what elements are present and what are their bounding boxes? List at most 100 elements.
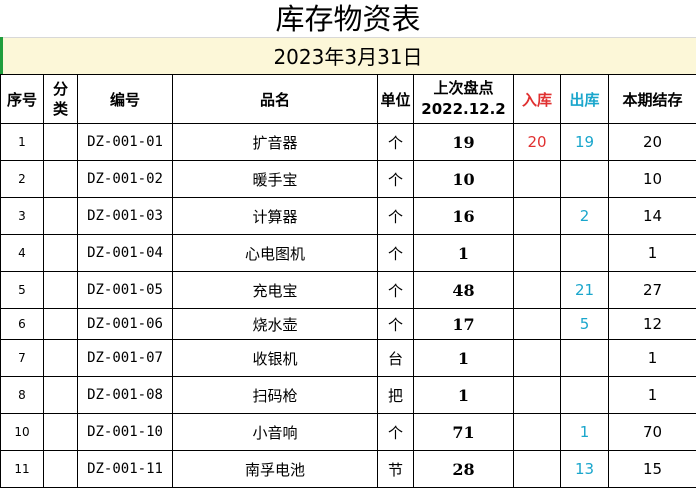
cell-code[interactable]: DZ-001-04 xyxy=(78,235,173,272)
cell-code[interactable]: DZ-001-03 xyxy=(78,198,173,235)
cell-seq[interactable]: 5 xyxy=(1,272,44,309)
cell-stock-in[interactable] xyxy=(514,235,561,272)
cell-seq[interactable]: 10 xyxy=(1,414,44,451)
cell-last-count[interactable]: 48 xyxy=(414,272,514,309)
cell-category[interactable] xyxy=(44,198,78,235)
cell-code[interactable]: DZ-001-10 xyxy=(78,414,173,451)
cell-balance[interactable]: 15 xyxy=(609,451,696,488)
cell-unit[interactable]: 台 xyxy=(378,340,414,377)
cell-balance[interactable]: 1 xyxy=(609,235,696,272)
cell-unit[interactable]: 个 xyxy=(378,161,414,198)
header-stock-out[interactable]: 出库 xyxy=(561,75,609,124)
cell-unit[interactable]: 个 xyxy=(378,309,414,340)
cell-stock-out[interactable] xyxy=(561,377,609,414)
cell-stock-in[interactable] xyxy=(514,377,561,414)
cell-category[interactable] xyxy=(44,340,78,377)
cell-last-count[interactable]: 1 xyxy=(414,377,514,414)
cell-category[interactable] xyxy=(44,451,78,488)
cell-code[interactable]: DZ-001-07 xyxy=(78,340,173,377)
cell-last-count[interactable]: 1 xyxy=(414,340,514,377)
cell-unit[interactable]: 个 xyxy=(378,235,414,272)
cell-stock-in[interactable] xyxy=(514,161,561,198)
cell-code[interactable]: DZ-001-02 xyxy=(78,161,173,198)
cell-stock-out[interactable]: 1 xyxy=(561,414,609,451)
cell-last-count[interactable]: 10 xyxy=(414,161,514,198)
cell-balance[interactable]: 27 xyxy=(609,272,696,309)
cell-unit[interactable]: 个 xyxy=(378,414,414,451)
cell-code[interactable]: DZ-001-05 xyxy=(78,272,173,309)
header-unit[interactable]: 单位 xyxy=(378,75,414,124)
cell-last-count[interactable]: 17 xyxy=(414,309,514,340)
cell-balance[interactable]: 1 xyxy=(609,377,696,414)
cell-stock-out[interactable]: 2 xyxy=(561,198,609,235)
cell-seq[interactable]: 1 xyxy=(1,124,44,161)
header-category[interactable]: 分类 xyxy=(44,75,78,124)
cell-balance[interactable]: 20 xyxy=(609,124,696,161)
cell-unit[interactable]: 个 xyxy=(378,124,414,161)
cell-stock-out[interactable]: 19 xyxy=(561,124,609,161)
cell-category[interactable] xyxy=(44,161,78,198)
cell-balance[interactable]: 12 xyxy=(609,309,696,340)
cell-category[interactable] xyxy=(44,235,78,272)
cell-stock-out[interactable]: 5 xyxy=(561,309,609,340)
header-stock-in[interactable]: 入库 xyxy=(514,75,561,124)
cell-stock-in[interactable] xyxy=(514,451,561,488)
header-seq[interactable]: 序号 xyxy=(1,75,44,124)
cell-last-count[interactable]: 19 xyxy=(414,124,514,161)
cell-unit[interactable]: 把 xyxy=(378,377,414,414)
cell-stock-out[interactable] xyxy=(561,340,609,377)
cell-stock-in[interactable] xyxy=(514,272,561,309)
cell-unit[interactable]: 个 xyxy=(378,198,414,235)
cell-last-count[interactable]: 16 xyxy=(414,198,514,235)
cell-category[interactable] xyxy=(44,124,78,161)
cell-name[interactable]: 暖手宝 xyxy=(173,161,378,198)
cell-name[interactable]: 烧水壶 xyxy=(173,309,378,340)
cell-stock-out[interactable] xyxy=(561,161,609,198)
cell-code[interactable]: DZ-001-08 xyxy=(78,377,173,414)
sheet-date[interactable]: 2023年3月31日 xyxy=(0,37,696,75)
cell-seq[interactable]: 4 xyxy=(1,235,44,272)
cell-stock-in[interactable]: 20 xyxy=(514,124,561,161)
cell-name[interactable]: 充电宝 xyxy=(173,272,378,309)
sheet-title[interactable]: 库存物资表 xyxy=(0,0,696,36)
cell-stock-out[interactable]: 13 xyxy=(561,451,609,488)
cell-seq[interactable]: 3 xyxy=(1,198,44,235)
cell-code[interactable]: DZ-001-06 xyxy=(78,309,173,340)
cell-last-count[interactable]: 71 xyxy=(414,414,514,451)
cell-name[interactable]: 扩音器 xyxy=(173,124,378,161)
header-last-count[interactable]: 上次盘点2022.12.2 xyxy=(414,75,514,124)
cell-seq[interactable]: 6 xyxy=(1,309,44,340)
cell-name[interactable]: 南孚电池 xyxy=(173,451,378,488)
cell-name[interactable]: 收银机 xyxy=(173,340,378,377)
cell-name[interactable]: 心电图机 xyxy=(173,235,378,272)
cell-seq[interactable]: 8 xyxy=(1,377,44,414)
cell-category[interactable] xyxy=(44,377,78,414)
cell-stock-in[interactable] xyxy=(514,340,561,377)
cell-seq[interactable]: 7 xyxy=(1,340,44,377)
header-name[interactable]: 品名 xyxy=(173,75,378,124)
cell-name[interactable]: 扫码枪 xyxy=(173,377,378,414)
cell-seq[interactable]: 2 xyxy=(1,161,44,198)
cell-category[interactable] xyxy=(44,414,78,451)
cell-seq[interactable]: 11 xyxy=(1,451,44,488)
cell-code[interactable]: DZ-001-01 xyxy=(78,124,173,161)
cell-name[interactable]: 小音响 xyxy=(173,414,378,451)
header-balance[interactable]: 本期结存 xyxy=(609,75,696,124)
cell-stock-out[interactable] xyxy=(561,235,609,272)
cell-unit[interactable]: 个 xyxy=(378,272,414,309)
cell-last-count[interactable]: 1 xyxy=(414,235,514,272)
cell-category[interactable] xyxy=(44,272,78,309)
cell-code[interactable]: DZ-001-11 xyxy=(78,451,173,488)
cell-last-count[interactable]: 28 xyxy=(414,451,514,488)
cell-stock-in[interactable] xyxy=(514,309,561,340)
cell-unit[interactable]: 节 xyxy=(378,451,414,488)
cell-balance[interactable]: 70 xyxy=(609,414,696,451)
header-code[interactable]: 编号 xyxy=(78,75,173,124)
cell-stock-in[interactable] xyxy=(514,414,561,451)
cell-balance[interactable]: 14 xyxy=(609,198,696,235)
cell-name[interactable]: 计算器 xyxy=(173,198,378,235)
cell-balance[interactable]: 10 xyxy=(609,161,696,198)
cell-category[interactable] xyxy=(44,309,78,340)
cell-stock-in[interactable] xyxy=(514,198,561,235)
cell-stock-out[interactable]: 21 xyxy=(561,272,609,309)
